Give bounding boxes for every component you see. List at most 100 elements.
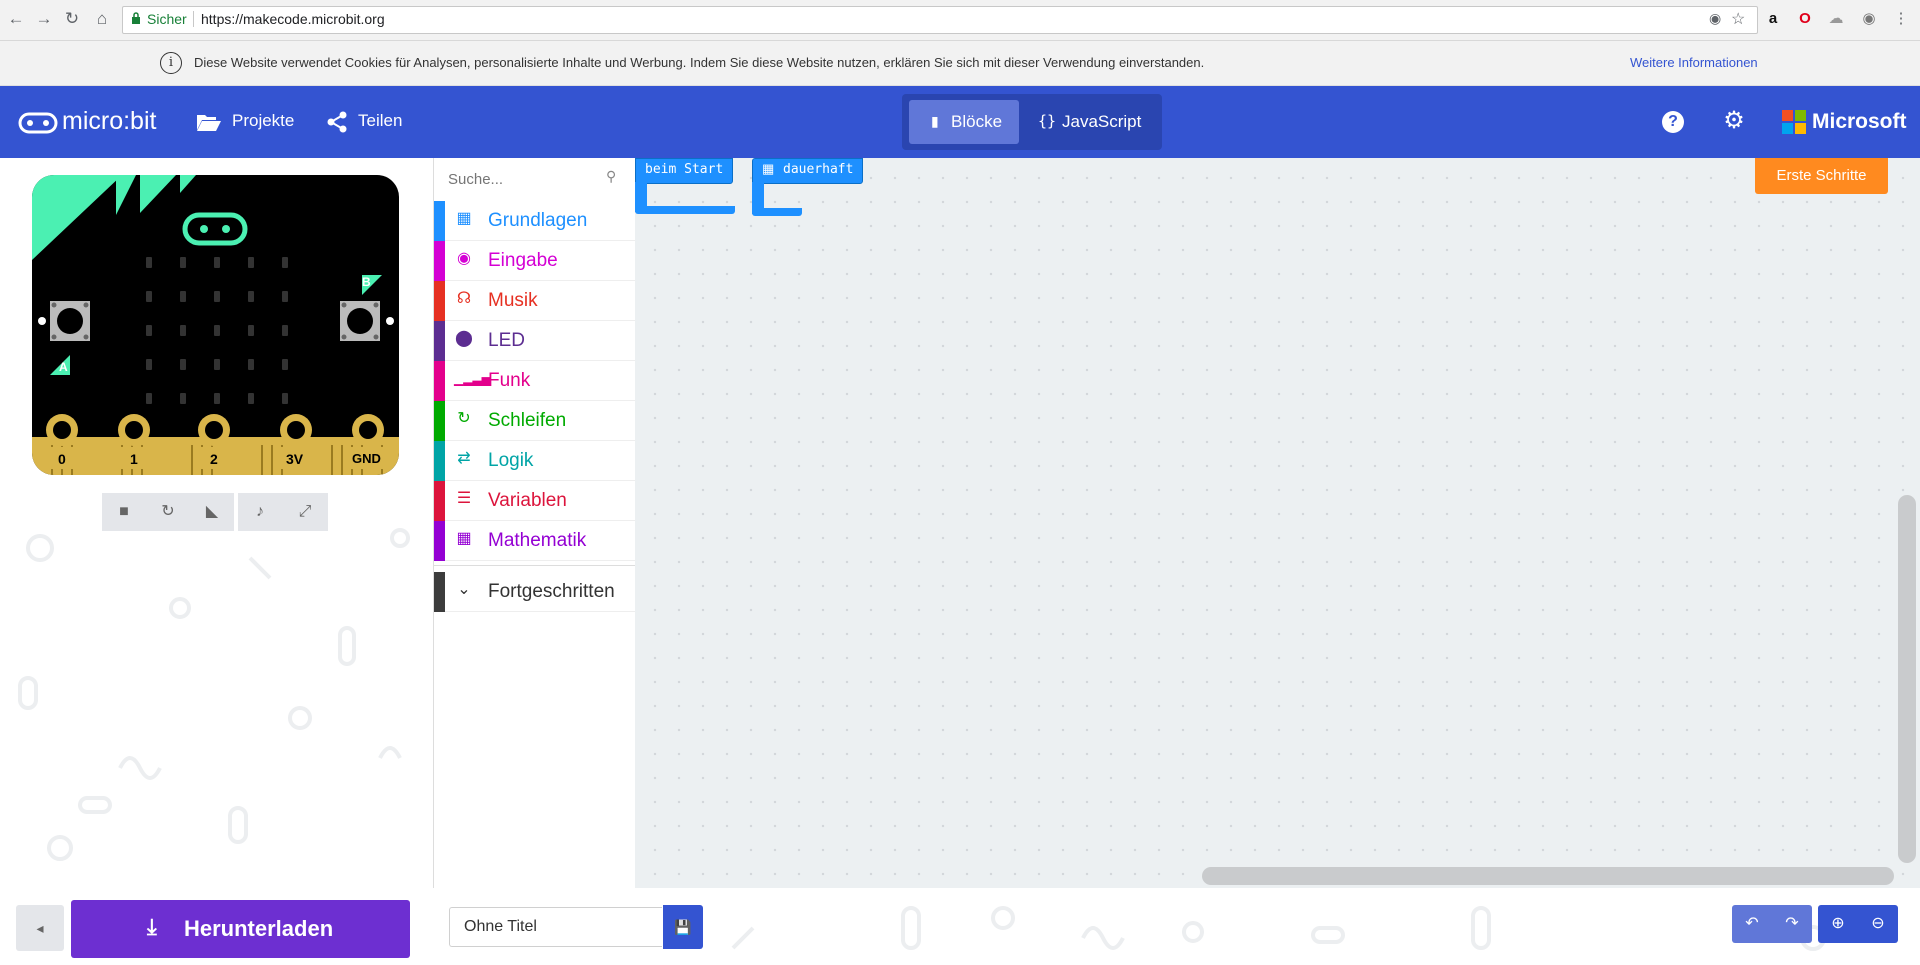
category-eingabe[interactable]: ◉ Eingabe bbox=[434, 241, 636, 281]
tab-blocks[interactable]: ▮ Blöcke bbox=[909, 100, 1019, 144]
address-bar[interactable]: Sicher https://makecode.microbit.org ◉ ☆ bbox=[122, 6, 1758, 34]
pin-0-label: 0 bbox=[58, 451, 66, 467]
search-icon[interactable]: ⚲ bbox=[606, 168, 616, 185]
cookie-message: Diese Website verwendet Cookies für Anal… bbox=[194, 55, 1205, 70]
folder-open-icon bbox=[197, 115, 221, 131]
forever-block[interactable]: dauerhaft ▦ bbox=[752, 158, 872, 218]
slow-mo-icon[interactable]: ◣ bbox=[190, 493, 234, 531]
target-icon: ◉ bbox=[457, 250, 471, 267]
category-fortgeschritten[interactable]: ⌄ Fortgeschritten bbox=[434, 572, 636, 612]
button-b-label: B bbox=[362, 275, 371, 289]
category-color-bar bbox=[434, 361, 445, 401]
vertical-scrollbar[interactable] bbox=[1898, 495, 1916, 863]
bookmark-star-icon[interactable]: ☆ bbox=[1731, 9, 1745, 29]
zoom-in-icon[interactable]: ⊕ bbox=[1818, 905, 1858, 943]
tracking-blocked-icon[interactable]: ◉ bbox=[1709, 10, 1721, 27]
forward-icon[interactable]: → bbox=[34, 9, 54, 29]
amazon-extension-icon[interactable]: a bbox=[1764, 10, 1782, 28]
volume-icon[interactable]: ♪ bbox=[238, 493, 282, 531]
button-a-label: A bbox=[59, 360, 68, 374]
stop-icon[interactable]: ■ bbox=[102, 493, 146, 531]
browser-toolbar: ← → ↻ ⌂ Sicher https://makecode.microbit… bbox=[0, 0, 1920, 41]
category-label: Variablen bbox=[488, 490, 567, 511]
category-color-bar bbox=[434, 481, 445, 521]
gear-icon[interactable]: ⚙ bbox=[1721, 108, 1747, 134]
category-logik[interactable]: ⇄ Logik bbox=[434, 441, 636, 481]
url-text[interactable]: https://makecode.microbit.org bbox=[201, 11, 385, 27]
category-mathematik[interactable]: ▦ Mathematik bbox=[434, 521, 636, 561]
getting-started-button[interactable]: Erste Schritte bbox=[1755, 158, 1888, 194]
secure-label: Sicher bbox=[147, 11, 187, 27]
share-icon bbox=[327, 111, 347, 133]
horizontal-scrollbar[interactable] bbox=[1202, 867, 1894, 885]
microsoft-windows-icon bbox=[1782, 110, 1806, 134]
toggle-icon: ⬤ bbox=[455, 330, 473, 347]
category-color-bar bbox=[434, 572, 445, 612]
app-header: micro:bit Projekte Teilen ▮ Blöcke {} Ja… bbox=[0, 86, 1920, 158]
reload-icon[interactable]: ↻ bbox=[62, 9, 82, 29]
category-grundlagen[interactable]: ▦ Grundlagen bbox=[434, 201, 636, 241]
puzzle-icon: ▮ bbox=[931, 113, 939, 129]
microbit-simulator[interactable]: B A 0 1 2 3V GND bbox=[32, 175, 399, 475]
redo-icon[interactable]: ↷ bbox=[1772, 905, 1812, 943]
category-color-bar bbox=[434, 401, 445, 441]
zoom-out-icon[interactable]: ⊖ bbox=[1858, 905, 1898, 943]
category-label: Eingabe bbox=[488, 250, 558, 271]
toolbox-search-input[interactable] bbox=[446, 166, 600, 192]
signal-icon: ▁▂▃▅ bbox=[454, 372, 491, 386]
extension-icon[interactable]: ◉ bbox=[1860, 10, 1878, 28]
divider bbox=[193, 11, 194, 27]
editor-toolbar: ◂ ⤓ Herunterladen 💾 ↶ ↷ ⊕ ⊖ bbox=[0, 888, 1920, 965]
restart-icon[interactable]: ↻ bbox=[146, 493, 190, 531]
download-label: Herunterladen bbox=[184, 916, 334, 941]
menu-kebab-icon[interactable]: ⋮ bbox=[1892, 10, 1910, 28]
category-color-bar bbox=[434, 521, 445, 561]
fullscreen-icon[interactable]: ⤢ bbox=[282, 493, 328, 531]
microbit-logo[interactable]: micro:bit bbox=[18, 107, 178, 138]
lock-icon bbox=[132, 12, 140, 24]
project-title-input[interactable] bbox=[449, 907, 662, 947]
category-schleifen[interactable]: ↻ Schleifen bbox=[434, 401, 636, 441]
tab-javascript[interactable]: {} JavaScript bbox=[1022, 100, 1152, 144]
home-icon[interactable]: ⌂ bbox=[92, 9, 112, 29]
loop-icon: ↻ bbox=[457, 410, 471, 427]
category-label: Schleifen bbox=[488, 410, 567, 431]
category-led[interactable]: ⬤ LED bbox=[434, 321, 636, 361]
block-footer bbox=[635, 206, 735, 214]
tab-javascript-label: JavaScript bbox=[1062, 112, 1142, 131]
list-icon: ☰ bbox=[456, 490, 472, 507]
on-start-block[interactable]: beim Start bbox=[635, 158, 735, 216]
category-label: Funk bbox=[488, 370, 531, 391]
pin-3v-label: 3V bbox=[286, 451, 304, 467]
pin-1-label: 1 bbox=[130, 451, 138, 467]
shuffle-icon: ⇄ bbox=[457, 450, 471, 467]
share-button[interactable]: Teilen bbox=[326, 110, 416, 136]
category-musik[interactable]: ☊ Musik bbox=[434, 281, 636, 321]
category-variablen[interactable]: ☰ Variablen bbox=[434, 481, 636, 521]
grid-icon: ▦ bbox=[762, 161, 775, 176]
opera-extension-icon[interactable]: O bbox=[1796, 10, 1814, 28]
microsoft-label: Microsoft bbox=[1812, 110, 1907, 133]
more-info-link[interactable]: Weitere Informationen bbox=[1630, 55, 1758, 70]
help-icon[interactable]: ? bbox=[1662, 111, 1684, 133]
cookie-banner: i Diese Website verwendet Cookies für An… bbox=[0, 41, 1920, 86]
undo-icon[interactable]: ↶ bbox=[1732, 905, 1772, 943]
category-label: Musik bbox=[488, 290, 538, 311]
download-button[interactable]: ⤓ Herunterladen bbox=[71, 900, 410, 958]
category-color-bar bbox=[434, 201, 445, 241]
category-color-bar bbox=[434, 241, 445, 281]
microbit-logo-icon bbox=[18, 112, 58, 134]
editor-mode-switch: ▮ Blöcke {} JavaScript bbox=[902, 94, 1162, 150]
collapse-simulator-button[interactable]: ◂ bbox=[16, 905, 64, 951]
category-funk[interactable]: ▁▂▃▅ Funk bbox=[434, 361, 636, 401]
cloud-extension-icon[interactable]: ☁ bbox=[1827, 10, 1845, 28]
microsoft-logo[interactable]: Microsoft bbox=[1782, 108, 1907, 136]
back-icon[interactable]: ← bbox=[6, 9, 26, 29]
blocks-workspace[interactable] bbox=[635, 158, 1920, 888]
block-footer bbox=[752, 208, 802, 216]
info-icon: i bbox=[160, 52, 182, 74]
projects-button[interactable]: Projekte bbox=[196, 110, 296, 136]
download-icon: ⤓ bbox=[147, 914, 157, 939]
save-icon[interactable]: 💾 bbox=[663, 905, 703, 949]
toolbox: ⚲ ▦ Grundlagen ◉ Eingabe ☊ Musik ⬤ LED ▁… bbox=[433, 158, 637, 888]
